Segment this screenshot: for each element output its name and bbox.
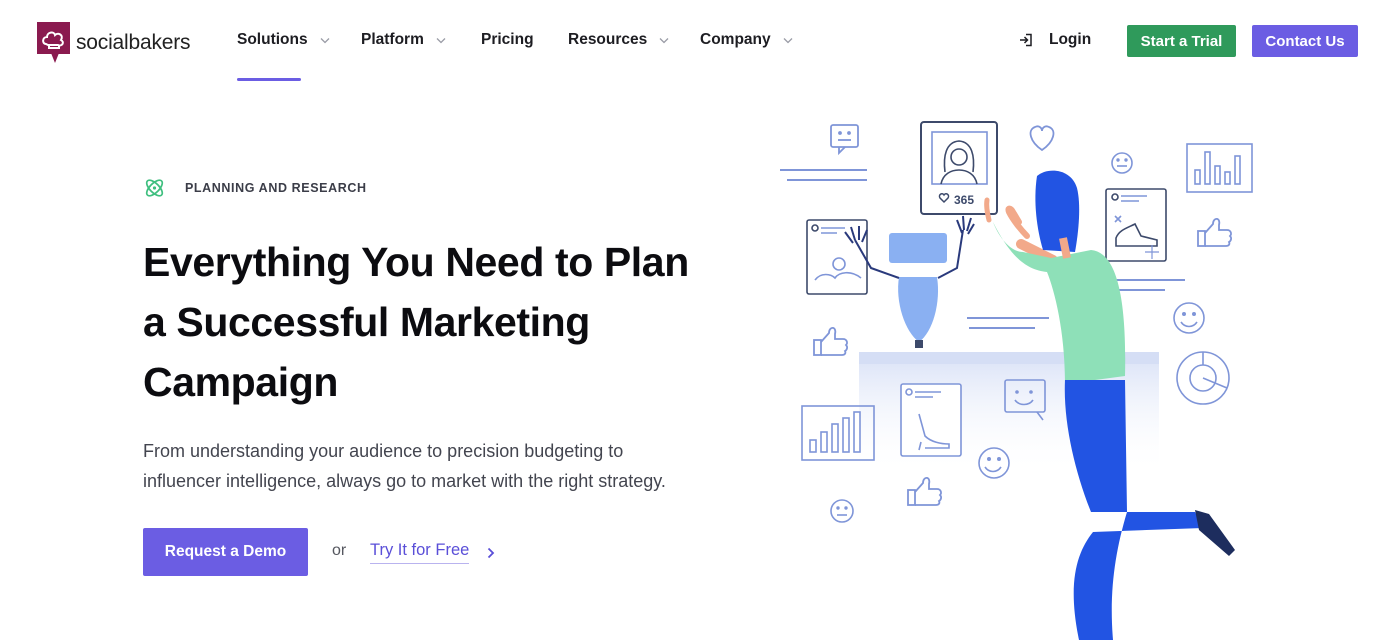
login-link[interactable]: Login (1019, 31, 1091, 49)
nav-item-platform[interactable]: Platform (361, 31, 446, 49)
nav-item-label: Pricing (481, 31, 534, 48)
try-free-label: Try It for Free (370, 541, 470, 564)
thumbs-up-icon (907, 476, 942, 506)
or-separator: or (332, 542, 347, 559)
page-headline: Everything You Need to Plan a Successful… (143, 232, 723, 412)
headline-line: Everything You Need to Plan (143, 239, 689, 285)
chat-bubble-icon (830, 124, 859, 156)
hero-description: From understanding your audience to prec… (143, 436, 703, 496)
nav-item-label: Solutions (237, 31, 308, 48)
bar-chart-icon (1186, 143, 1253, 193)
chevron-down-icon (436, 37, 446, 43)
request-demo-button[interactable]: Request a Demo (143, 528, 308, 576)
thumbs-up-icon (813, 326, 848, 356)
chevron-down-icon (659, 37, 669, 43)
nav-item-solutions[interactable]: Solutions (237, 31, 330, 49)
brand-logo[interactable]: socialbakers (37, 22, 191, 64)
smiley-icon (830, 499, 854, 523)
description-line: influencer intelligence, always go to ma… (143, 471, 666, 491)
login-label: Login (1049, 31, 1092, 48)
heart-icon (1029, 125, 1055, 152)
socialbakers-logo-icon (37, 22, 70, 63)
nav-item-company[interactable]: Company (700, 31, 793, 49)
smiley-icon (1173, 302, 1205, 334)
nav-item-resources[interactable]: Resources (568, 31, 669, 49)
eyebrow-label: PLANNING AND RESEARCH (185, 181, 367, 195)
atom-icon (145, 179, 164, 197)
section-eyebrow: PLANNING AND RESEARCH (143, 177, 367, 199)
headline-line: Campaign (143, 359, 338, 405)
like-count: 365 (954, 193, 974, 207)
chevron-down-icon (783, 37, 793, 43)
heels-post-icon (900, 383, 962, 457)
hero-illustration: 365 (780, 121, 1253, 640)
top-navigation: socialbakers Solutions Platform Pricing … (0, 0, 1400, 82)
nav-item-pricing[interactable]: Pricing (481, 31, 534, 49)
chevron-right-icon (488, 547, 495, 558)
thumbs-up-icon (1197, 217, 1232, 247)
contact-us-button[interactable]: Contact Us (1252, 25, 1358, 57)
start-trial-button[interactable]: Start a Trial (1127, 25, 1236, 57)
nav-item-label: Company (700, 31, 771, 48)
active-nav-indicator (237, 78, 301, 81)
headline-line: a Successful Marketing (143, 299, 590, 345)
donut-chart-icon (1176, 351, 1230, 405)
description-line: From understanding your audience to prec… (143, 441, 624, 461)
nav-item-label: Resources (568, 31, 648, 48)
brand-name: socialbakers (76, 31, 191, 54)
login-arrow-icon (1020, 33, 1032, 47)
try-free-link[interactable]: Try It for Free (370, 541, 495, 564)
nav-item-label: Platform (361, 31, 424, 48)
shoe-post-icon (1105, 188, 1167, 262)
chevron-down-icon (320, 37, 330, 43)
smiley-icon (1111, 152, 1133, 174)
